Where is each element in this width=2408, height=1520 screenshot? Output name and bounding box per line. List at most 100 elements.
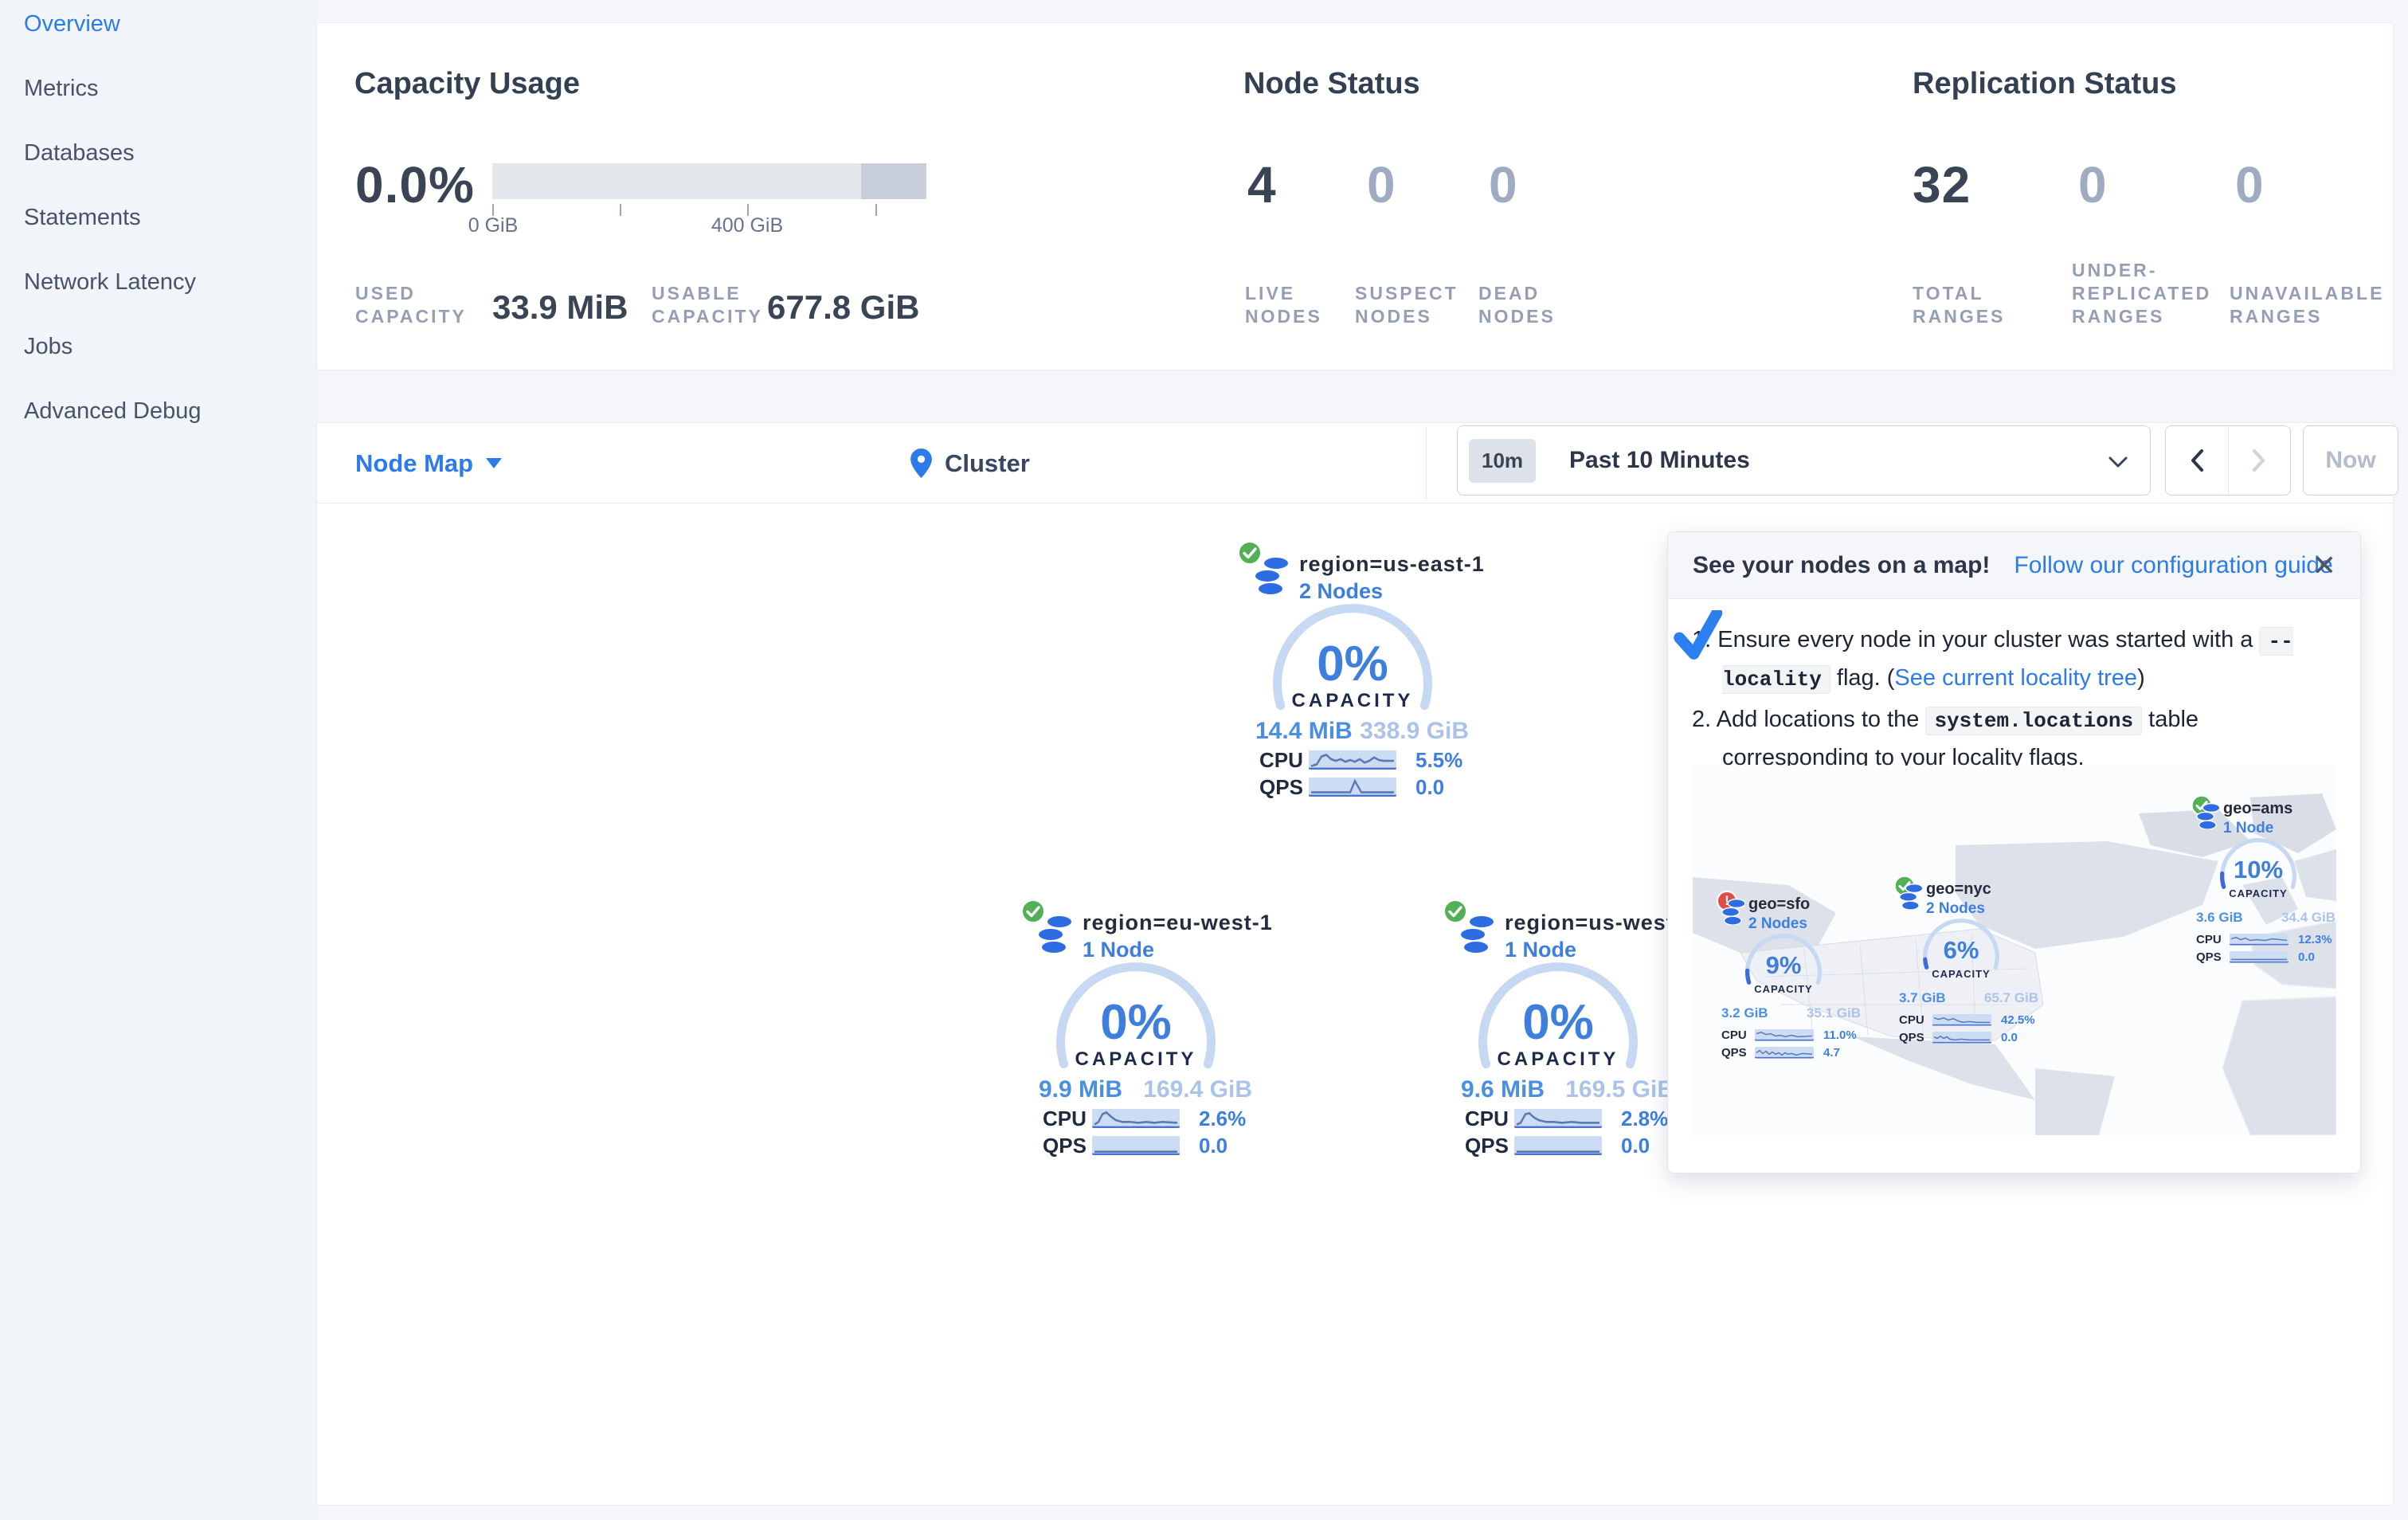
region-locality-label: geo=ams — [2223, 800, 2293, 817]
breadcrumb[interactable]: Cluster — [910, 423, 1030, 503]
region-nodes-link[interactable]: 2 Nodes — [1299, 579, 1383, 604]
now-button[interactable]: Now — [2303, 425, 2398, 496]
map-pin-icon — [910, 449, 932, 478]
capacity-gauge: 10% CAPACITY — [2220, 838, 2296, 915]
qps-sparkline — [1932, 1031, 1991, 1044]
chevron-down-icon — [2108, 456, 2128, 468]
capacity-gauge: 9% CAPACITY — [1745, 934, 1822, 1010]
popup-header: See your nodes on a map! Follow our conf… — [1668, 532, 2360, 599]
gauge-percent: 0% — [1317, 637, 1388, 691]
close-icon[interactable]: ✕ — [2312, 549, 2336, 582]
sidebar-item-databases[interactable]: Databases — [24, 142, 316, 165]
sidebar-item-statements[interactable]: Statements — [24, 206, 316, 229]
db-console-app: Overview Metrics Databases Statements Ne… — [0, 0, 2408, 1520]
capacity-total: 169.5 GiB — [1565, 1076, 1674, 1103]
sidebar-item-network-latency[interactable]: Network Latency — [24, 271, 316, 294]
region-nodes-link[interactable]: 2 Nodes — [1926, 900, 1985, 918]
qps-value: 0.0 — [1621, 1133, 1650, 1158]
locality-tree-link[interactable]: See current locality tree — [1894, 665, 2137, 691]
gauge-capacity-label: CAPACITY — [1075, 1048, 1197, 1070]
unavailable-ranges-value: 0 — [2235, 156, 2265, 214]
dead-nodes-value: 0 — [1489, 156, 1518, 214]
gauge-percent: 10% — [2233, 856, 2284, 883]
region-locality-label: region=us-west-1 — [1505, 911, 1695, 934]
qps-value: 4.7 — [1823, 1045, 1840, 1060]
cpu-label: CPU — [1899, 1013, 1924, 1027]
popup-step-1: 1. Ensure every node in your cluster was… — [1692, 621, 2329, 698]
qps-label: QPS — [1259, 774, 1303, 799]
cpu-sparkline — [1309, 750, 1396, 770]
region-nodes-link[interactable]: 2 Nodes — [1748, 915, 1807, 933]
time-next-button[interactable] — [2227, 426, 2291, 495]
live-nodes-label: LIVE NODES — [1245, 283, 1322, 327]
gauge-capacity-label: CAPACITY — [1497, 1048, 1619, 1070]
capacity-used: 3.2 GiB — [1721, 1005, 1768, 1021]
unavailable-ranges-label: UNAVAILABLE RANGES — [2230, 283, 2385, 327]
step-text: flag. ( — [1830, 665, 1895, 691]
configuration-guide-link[interactable]: Follow our configuration guide — [2014, 552, 2332, 579]
cpu-sparkline — [1755, 1028, 1814, 1041]
chevron-down-icon — [486, 458, 503, 468]
cpu-value: 42.5% — [2001, 1013, 2035, 1027]
region-nodes-link[interactable]: 1 Node — [1505, 938, 1576, 962]
qps-sparkline — [1309, 778, 1396, 797]
cpu-value: 2.8% — [1621, 1106, 1669, 1130]
used-capacity-value: 33.9 MiB — [492, 288, 628, 326]
time-range-select[interactable]: 10m Past 10 Minutes — [1457, 425, 2151, 496]
capacity-gauge: 6% CAPACITY — [1923, 919, 1999, 995]
gauge-percent: 0% — [1100, 995, 1172, 1050]
capacity-total: 65.7 GiB — [1983, 990, 2038, 1005]
step-text: ) — [2137, 665, 2145, 691]
node-map-config-popup: See your nodes on a map! Follow our conf… — [1667, 531, 2361, 1173]
capacity-tick-400: 400 GiB — [711, 214, 784, 237]
gauge-percent: 9% — [1765, 951, 1802, 979]
time-nav-group — [2165, 425, 2291, 496]
capacity-used: 9.9 MiB — [1039, 1076, 1123, 1103]
sidebar-item-jobs[interactable]: Jobs — [24, 335, 316, 358]
gauge-percent: 0% — [1522, 995, 1594, 1050]
capacity-tick-0: 0 GiB — [468, 214, 519, 237]
sidebar-item-metrics[interactable]: Metrics — [24, 77, 316, 100]
region-nodes-link[interactable]: 1 Node — [1083, 938, 1154, 962]
database-stack-icon — [1037, 915, 1072, 954]
cluster-summary-panel: Capacity Usage 0.0% 0 GiB 400 GiB USED C… — [316, 22, 2394, 370]
qps-label: QPS — [2196, 950, 2222, 964]
qps-value: 0.0 — [2298, 950, 2315, 964]
qps-value: 0.0 — [1199, 1133, 1228, 1158]
sidebar-item-advanced-debug[interactable]: Advanced Debug — [24, 400, 316, 423]
region-locality-label: geo=sfo — [1748, 895, 1811, 913]
cpu-sparkline — [1932, 1013, 1991, 1026]
database-stack-icon — [1459, 915, 1494, 954]
gauge-capacity-label: CAPACITY — [1291, 690, 1414, 711]
sidebar: Overview Metrics Databases Statements Ne… — [0, 0, 316, 1520]
time-range-badge: 10m — [1469, 438, 1537, 483]
qps-sparkline — [1755, 1046, 1814, 1059]
gauge-capacity-label: CAPACITY — [1754, 983, 1813, 995]
region-locality-label: region=us-east-1 — [1299, 552, 1485, 576]
map-toolbar: Node Map Cluster 10m Past 10 Minutes Now — [317, 423, 2398, 503]
node-status-title: Node Status — [1243, 67, 1420, 100]
cpu-label: CPU — [1465, 1106, 1509, 1130]
cpu-label: CPU — [1259, 747, 1303, 772]
cpu-label: CPU — [1043, 1106, 1087, 1130]
qps-label: QPS — [1465, 1133, 1509, 1158]
qps-label: QPS — [1899, 1030, 1924, 1044]
capacity-total: 338.9 GiB — [1360, 718, 1469, 744]
capacity-percent: 0.0% — [355, 156, 475, 214]
cpu-sparkline — [1514, 1109, 1602, 1128]
time-range-value: Past 10 Minutes — [1569, 447, 1750, 473]
gauge-percent: 6% — [1943, 936, 1979, 964]
region-nodes-link[interactable]: 1 Node — [2223, 820, 2273, 837]
system-locations-code: system.locations — [1925, 707, 2143, 735]
popup-title: See your nodes on a map! — [1693, 551, 1991, 578]
popup-steps: 1. Ensure every node in your cluster was… — [1692, 621, 2329, 779]
view-mode-dropdown[interactable]: Node Map — [355, 423, 503, 503]
sidebar-item-overview[interactable]: Overview — [24, 13, 316, 36]
step-text: Ensure every node in your cluster was st… — [1717, 627, 2260, 652]
used-capacity-label: USED CAPACITY — [355, 283, 467, 327]
step-text: Add locations to the — [1716, 707, 1926, 732]
capacity-usage-title: Capacity Usage — [354, 67, 581, 100]
cpu-value: 5.5% — [1415, 747, 1463, 772]
step-number: 2. — [1692, 707, 1712, 732]
time-prev-button[interactable] — [2166, 426, 2228, 495]
